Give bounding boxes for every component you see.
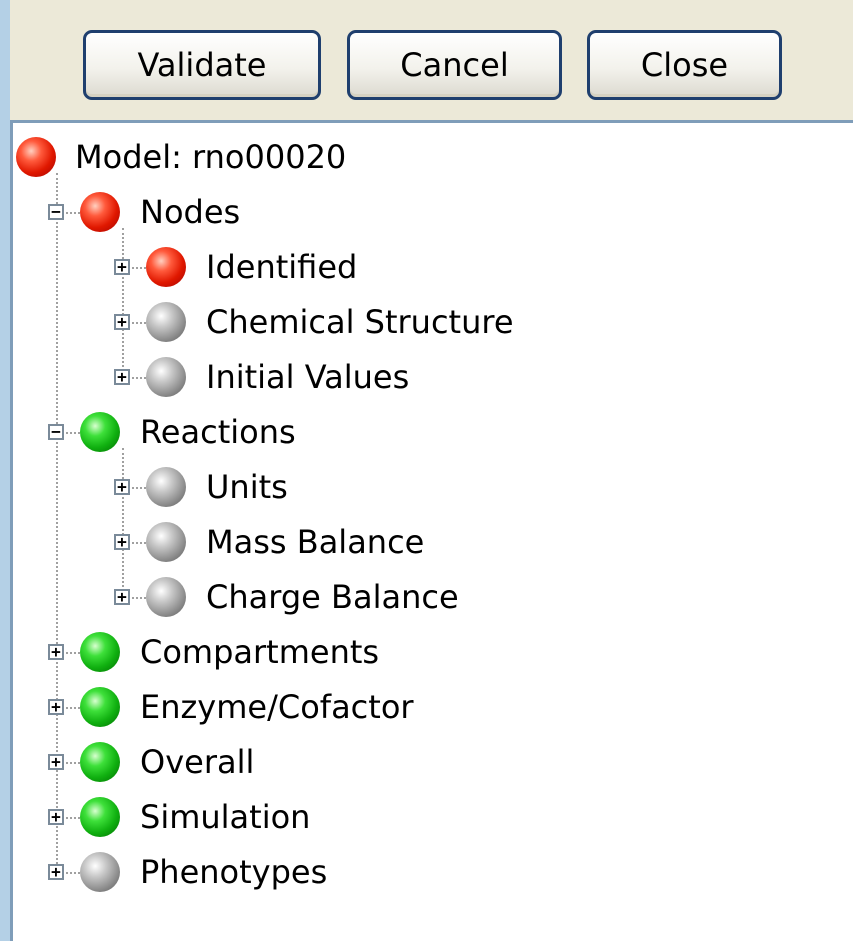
tree-item-label: Mass Balance [206,523,425,561]
toolbar: Validate Cancel Close [10,0,853,118]
status-green-icon [80,742,120,782]
status-gray-icon [146,522,186,562]
tree-item-label: Reactions [140,413,296,451]
tree-item-label: Units [206,468,288,506]
validate-button[interactable]: Validate [83,30,321,100]
status-red-icon [80,192,120,232]
collapse-icon[interactable]: − [48,204,64,220]
tree-item-label: Chemical Structure [206,303,514,341]
tree-item-label: Nodes [140,193,241,231]
tree-connector [66,432,80,434]
tree-item-label: Initial Values [206,358,410,396]
tree-item-label: Simulation [140,798,311,836]
tree-line-nodes [122,228,124,371]
status-gray-icon [146,302,186,342]
expand-icon[interactable]: + [114,589,130,605]
validation-window: Validate Cancel Close Model: rno00020 − … [0,0,853,941]
tree-connector [66,762,80,764]
status-green-icon [80,797,120,837]
status-gray-icon [146,577,186,617]
tree-root-label: Model: rno00020 [75,138,347,176]
tree-connector [66,707,80,709]
expand-icon[interactable]: + [48,644,64,660]
tree-line-reactions [122,448,124,591]
tree-connector [66,872,80,874]
status-green-icon [80,412,120,452]
status-gray-icon [80,852,120,892]
expand-icon[interactable]: + [48,864,64,880]
collapse-icon[interactable]: − [48,424,64,440]
tree-item-label: Phenotypes [140,853,328,891]
tree-item-label: Overall [140,743,255,781]
expand-icon[interactable]: + [114,259,130,275]
close-button[interactable]: Close [587,30,782,100]
status-gray-icon [146,467,186,507]
tree-connector [132,487,146,489]
tree-item-label: Charge Balance [206,578,459,616]
status-red-icon [146,247,186,287]
status-gray-icon [146,357,186,397]
tree-connector [66,652,80,654]
validation-tree[interactable]: Model: rno00020 − Nodes + Identified + C… [10,120,853,941]
expand-icon[interactable]: + [48,699,64,715]
expand-icon[interactable]: + [114,479,130,495]
tree-connector [132,377,146,379]
tree-connector [66,817,80,819]
tree-connector [132,267,146,269]
tree-connector [132,597,146,599]
tree-item-label: Enzyme/Cofactor [140,688,414,726]
expand-icon[interactable]: + [114,534,130,550]
tree-connector [132,542,146,544]
expand-icon[interactable]: + [48,809,64,825]
status-red-icon [16,137,56,177]
expand-icon[interactable]: + [114,314,130,330]
validation-panel: Validate Cancel Close Model: rno00020 − … [10,0,853,941]
expand-icon[interactable]: + [114,369,130,385]
tree-item-label: Identified [206,248,358,286]
expand-icon[interactable]: + [48,754,64,770]
cancel-button[interactable]: Cancel [347,30,562,100]
status-green-icon [80,687,120,727]
tree-connector [132,322,146,324]
status-green-icon [80,632,120,672]
tree-connector [66,212,80,214]
tree-item-label: Compartments [140,633,380,671]
